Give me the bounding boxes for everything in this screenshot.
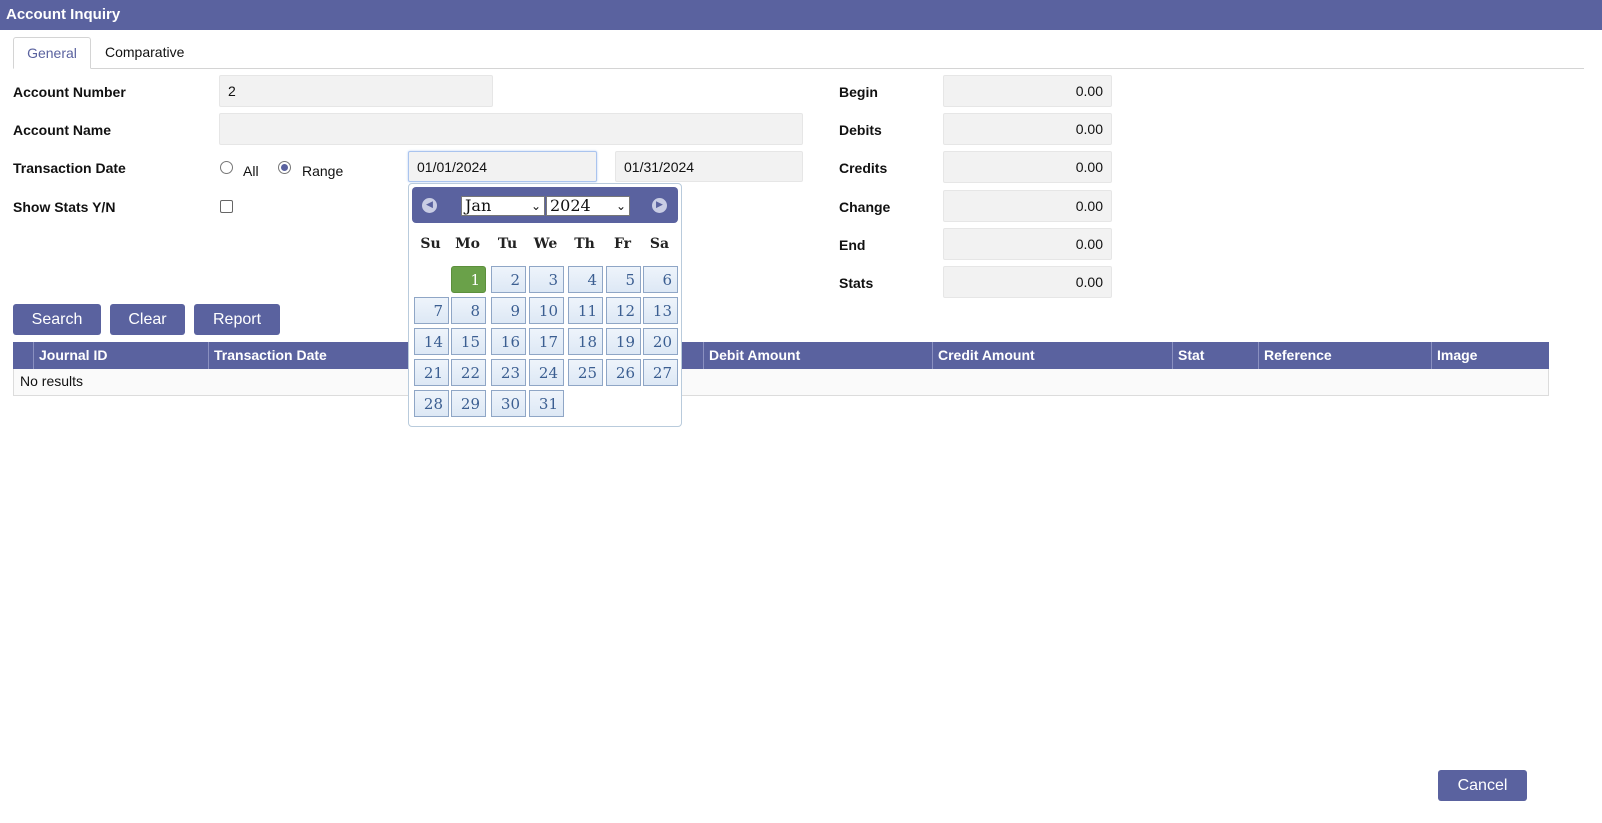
- tab-general[interactable]: General: [13, 37, 91, 69]
- month-select[interactable]: Jan ⌄: [461, 196, 545, 216]
- weekday-header: Th: [574, 236, 595, 252]
- calendar-day[interactable]: 14: [414, 328, 449, 355]
- next-month-icon[interactable]: ▶: [652, 198, 667, 213]
- calendar-day[interactable]: 15: [451, 328, 486, 355]
- calendar-day[interactable]: 12: [606, 297, 641, 324]
- date-from-input[interactable]: 01/01/2024: [408, 151, 597, 182]
- month-select-value: Jan: [465, 196, 492, 215]
- weekday-header: Fr: [613, 236, 632, 252]
- calendar-day[interactable]: 9: [491, 297, 526, 324]
- change-value: 0.00: [943, 190, 1112, 222]
- calendar-day[interactable]: 23: [491, 359, 526, 386]
- change-label: Change: [839, 199, 891, 215]
- calendar-day[interactable]: 19: [606, 328, 641, 355]
- chevron-down-icon: ⌄: [615, 199, 626, 213]
- account-name-label: Account Name: [13, 122, 112, 138]
- calendar-day[interactable]: 16: [491, 328, 526, 355]
- column-stat[interactable]: Stat: [1172, 342, 1258, 369]
- transaction-date-label: Transaction Date: [13, 160, 126, 176]
- credits-label: Credits: [839, 160, 888, 176]
- account-number-input[interactable]: 2: [219, 75, 493, 107]
- calendar-day[interactable]: 6: [643, 266, 678, 293]
- cancel-button[interactable]: Cancel: [1438, 770, 1527, 801]
- grid-select-column[interactable]: [13, 342, 33, 369]
- date-all-radio[interactable]: [220, 161, 233, 174]
- calendar-day[interactable]: 8: [451, 297, 486, 324]
- calendar-day[interactable]: 2: [491, 266, 526, 293]
- show-stats-checkbox[interactable]: [220, 200, 233, 213]
- calendar-day[interactable]: 18: [568, 328, 603, 355]
- calendar-day[interactable]: 10: [529, 297, 564, 324]
- column-reference[interactable]: Reference: [1258, 342, 1431, 369]
- stats-label: Stats: [839, 275, 874, 291]
- prev-month-icon[interactable]: ◀: [422, 198, 437, 213]
- calendar-day[interactable]: 13: [643, 297, 678, 324]
- debits-label: Debits: [839, 122, 882, 138]
- end-label: End: [839, 237, 866, 253]
- clear-button[interactable]: Clear: [110, 304, 185, 335]
- column-debit-amount[interactable]: Debit Amount: [703, 342, 932, 369]
- calendar-day[interactable]: 17: [529, 328, 564, 355]
- credits-value: 0.00: [943, 151, 1112, 183]
- year-select-value: 2024: [550, 196, 591, 215]
- calendar-day[interactable]: 5: [606, 266, 641, 293]
- show-stats-label: Show Stats Y/N: [13, 199, 116, 215]
- column-image[interactable]: Image: [1431, 342, 1549, 369]
- calendar-day[interactable]: 28: [414, 390, 449, 417]
- report-button[interactable]: Report: [194, 304, 280, 335]
- date-range-radio[interactable]: [278, 161, 291, 174]
- calendar-day[interactable]: 4: [568, 266, 603, 293]
- account-name-input[interactable]: [219, 113, 803, 145]
- calendar-day[interactable]: 26: [606, 359, 641, 386]
- chevron-down-icon: ⌄: [530, 199, 541, 213]
- calendar-day[interactable]: 22: [451, 359, 486, 386]
- calendar-day[interactable]: 3: [529, 266, 564, 293]
- date-all-label: All: [243, 163, 259, 179]
- tab-bar: General Comparative: [13, 37, 1584, 69]
- begin-label: Begin: [839, 84, 878, 100]
- calendar-day[interactable]: 24: [529, 359, 564, 386]
- calendar-day[interactable]: 21: [414, 359, 449, 386]
- calendar-day[interactable]: 1: [451, 266, 486, 293]
- datepicker-header: ◀ Jan ⌄ 2024 ⌄ ▶: [412, 187, 678, 223]
- no-results-row: No results: [13, 369, 1549, 396]
- column-credit-amount[interactable]: Credit Amount: [932, 342, 1172, 369]
- weekday-header: Tu: [497, 236, 518, 252]
- calendar-day[interactable]: 31: [529, 390, 564, 417]
- calendar-day[interactable]: 20: [643, 328, 678, 355]
- date-to-input[interactable]: 01/31/2024: [615, 151, 803, 182]
- year-select[interactable]: 2024 ⌄: [546, 196, 630, 216]
- datepicker-popup: ◀ Jan ⌄ 2024 ⌄ ▶ Su Mo Tu We Th Fr Sa 12345678…: [408, 183, 682, 427]
- begin-value: 0.00: [943, 75, 1112, 107]
- calendar-day[interactable]: 29: [451, 390, 486, 417]
- calendar-day[interactable]: 30: [491, 390, 526, 417]
- calendar-day[interactable]: 7: [414, 297, 449, 324]
- calendar-day[interactable]: 11: [568, 297, 603, 324]
- weekday-header: Sa: [649, 236, 670, 252]
- weekday-header: We: [533, 236, 558, 252]
- column-journal-id[interactable]: Journal ID: [33, 342, 208, 369]
- tab-comparative[interactable]: Comparative: [105, 37, 184, 69]
- stats-value: 0.00: [943, 266, 1112, 298]
- weekday-header: Su: [420, 236, 441, 252]
- end-value: 0.00: [943, 228, 1112, 260]
- window-title: Account Inquiry: [0, 0, 1602, 30]
- search-button[interactable]: Search: [13, 304, 101, 335]
- calendar-day[interactable]: 25: [568, 359, 603, 386]
- results-grid-header: Journal ID Transaction Date Debit Amount…: [13, 342, 1549, 369]
- date-range-label: Range: [302, 163, 344, 179]
- account-number-label: Account Number: [13, 84, 126, 100]
- debits-value: 0.00: [943, 113, 1112, 145]
- weekday-header: Mo: [455, 236, 480, 252]
- calendar-day[interactable]: 27: [643, 359, 678, 386]
